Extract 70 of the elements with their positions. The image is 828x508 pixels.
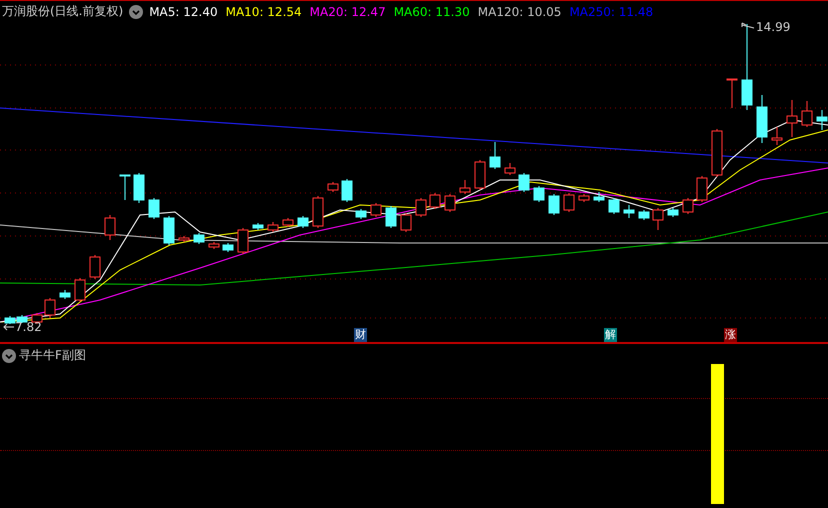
candle <box>726 78 738 108</box>
candle <box>712 128 722 178</box>
moving-average-label: MA60: 11.30 <box>394 4 470 18</box>
candle <box>696 176 708 202</box>
candle <box>816 110 828 130</box>
candle <box>756 94 768 144</box>
moving-average-label: MA5: 12.40 <box>149 4 218 18</box>
candle <box>164 216 174 246</box>
candle <box>342 178 352 202</box>
candle <box>194 232 204 244</box>
dropdown-icon[interactable] <box>2 348 16 362</box>
event-marker[interactable]: 涨 <box>724 328 737 342</box>
candle <box>624 204 634 218</box>
candle <box>490 142 500 170</box>
candle <box>652 208 664 230</box>
candle <box>178 236 190 242</box>
candle <box>222 242 234 252</box>
candle <box>238 228 248 254</box>
moving-average-label: MA20: 12.47 <box>310 4 386 18</box>
candle <box>416 198 426 218</box>
candle <box>60 290 70 300</box>
candle <box>120 174 130 200</box>
candle <box>444 194 456 212</box>
candle <box>772 126 782 146</box>
candle <box>298 216 308 228</box>
candle <box>548 194 560 216</box>
candle <box>608 198 620 214</box>
candle <box>74 278 86 302</box>
candle <box>370 202 382 218</box>
candle <box>474 160 486 190</box>
candle <box>44 298 56 318</box>
candle <box>104 214 116 240</box>
candle <box>504 162 516 176</box>
candle <box>208 242 220 250</box>
moving-average-label: MA120: 10.05 <box>478 4 562 18</box>
pointer-icon <box>3 323 15 331</box>
candle <box>356 208 366 220</box>
candle <box>386 206 396 228</box>
moving-average-label: MA10: 12.54 <box>226 4 302 18</box>
candle <box>134 172 144 204</box>
sub-chart-title: 寻牛牛F副图 <box>19 347 86 364</box>
dropdown-icon[interactable] <box>129 4 144 18</box>
candle <box>90 254 100 280</box>
candle <box>328 182 338 192</box>
candle <box>578 194 590 202</box>
candle <box>786 100 798 138</box>
candle <box>4 316 16 324</box>
candle <box>682 198 694 214</box>
event-marker[interactable]: 财 <box>354 328 367 342</box>
candle <box>534 186 544 202</box>
candle <box>638 210 650 220</box>
candle <box>312 196 324 228</box>
candle <box>460 180 470 194</box>
moving-average-label: MA250: 11.48 <box>569 4 654 18</box>
candle <box>802 100 812 128</box>
candle <box>594 192 604 202</box>
candle <box>668 208 678 218</box>
candle <box>430 192 440 210</box>
candle <box>564 192 574 212</box>
candle <box>518 172 530 192</box>
event-marker[interactable]: 解 <box>604 328 617 342</box>
candle <box>148 198 160 220</box>
candle <box>400 212 412 232</box>
candle <box>16 314 28 324</box>
low-price-label: 7.82 <box>15 320 42 334</box>
candle <box>252 222 264 230</box>
chart-title: 万润股份(日线.前复权) <box>2 3 124 20</box>
candle <box>268 222 278 232</box>
candle <box>282 218 294 228</box>
high-price-label: 14.99 <box>756 20 790 34</box>
